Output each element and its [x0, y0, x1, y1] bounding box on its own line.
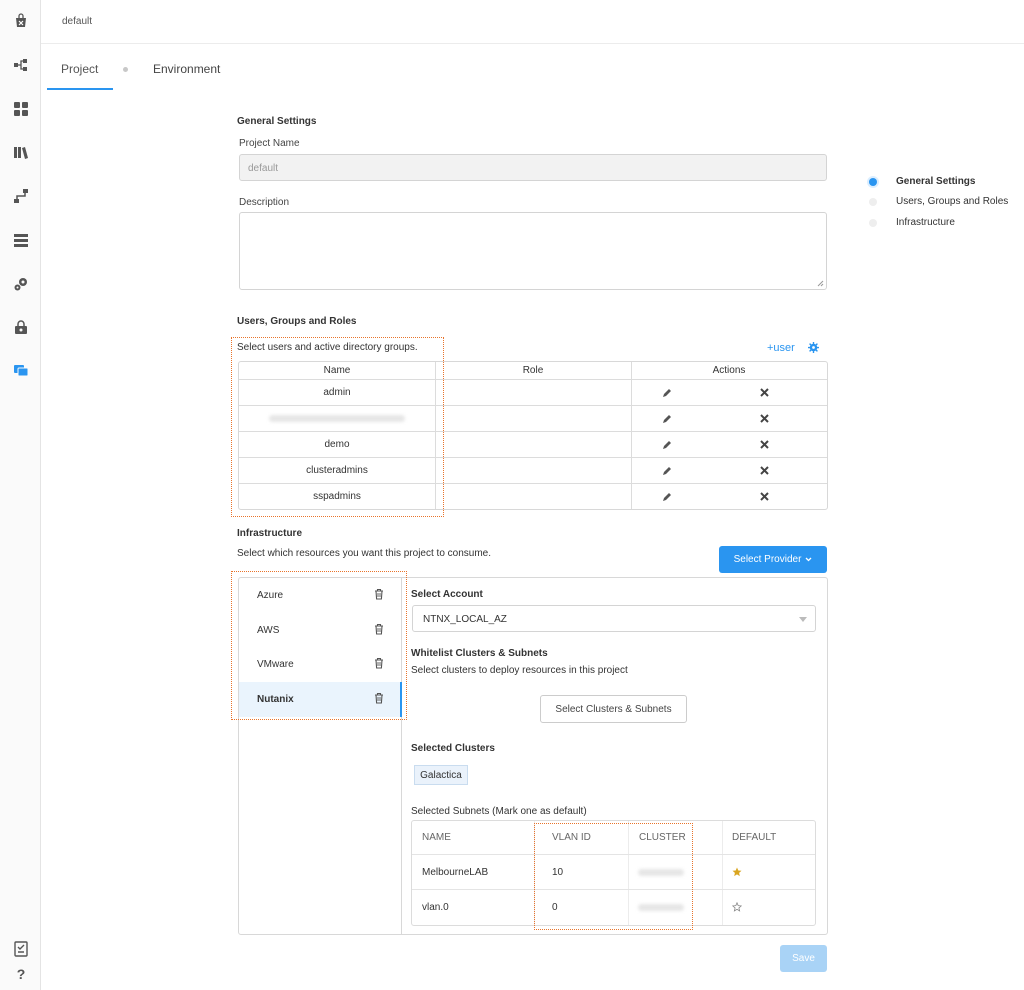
nav-dot-users [869, 198, 877, 206]
edit-pencil-icon[interactable] [662, 466, 672, 476]
subnet-name: vlan.0 [422, 902, 449, 913]
tab-project[interactable]: Project [61, 62, 98, 76]
resize-handle-icon[interactable] [817, 280, 824, 287]
project-name-value: default [248, 163, 279, 174]
delete-x-icon[interactable] [760, 492, 769, 501]
delete-x-icon[interactable] [760, 440, 769, 449]
tab-environment[interactable]: Environment [153, 62, 220, 76]
gear-icon[interactable] [808, 342, 819, 353]
select-clusters-subnets-button[interactable]: Select Clusters & Subnets [540, 695, 687, 723]
column-header-actions: Actions [712, 365, 746, 376]
select-provider-label: Select Provider [733, 554, 802, 565]
chevron-down-icon [799, 617, 807, 622]
select-provider-button[interactable]: Select Provider [719, 546, 827, 573]
edit-pencil-icon[interactable] [662, 440, 672, 450]
whitelist-heading: Whitelist Clusters & Subnets [411, 648, 548, 659]
active-tab-indicator [47, 88, 113, 90]
project-name-input[interactable]: default [239, 154, 827, 181]
settings-icon[interactable] [12, 275, 30, 293]
column-header-default: DEFAULT [732, 832, 777, 843]
tab-bar: Project Environment [47, 45, 1024, 90]
nav-dot-general [869, 178, 877, 186]
subnet-name: MelbourneLAB [422, 867, 489, 878]
general-settings-heading: General Settings [237, 116, 317, 127]
blueprints-icon[interactable] [12, 56, 30, 74]
marketplace-icon[interactable] [12, 12, 30, 30]
runbooks-icon[interactable] [12, 187, 30, 205]
top-bar: default [41, 0, 1024, 44]
nav-infrastructure[interactable]: Infrastructure [896, 217, 955, 228]
library-icon[interactable] [12, 143, 30, 161]
delete-x-icon[interactable] [760, 466, 769, 475]
tasks-icon[interactable] [12, 940, 30, 958]
whitelist-subtitle: Select clusters to deploy resources in t… [411, 665, 628, 676]
highlight-users-annotation [231, 337, 444, 517]
delete-x-icon[interactable] [760, 414, 769, 423]
infrastructure-heading: Infrastructure [237, 528, 303, 539]
account-select[interactable]: NTNX_LOCAL_AZ [412, 605, 816, 632]
save-button[interactable]: Save [780, 945, 827, 972]
left-rail: ? [0, 0, 41, 990]
add-user-link[interactable]: +user [767, 342, 795, 354]
nav-general-settings[interactable]: General Settings [896, 176, 975, 187]
edit-pencil-icon[interactable] [662, 388, 672, 398]
edit-pencil-icon[interactable] [662, 414, 672, 424]
tab-separator-dot [123, 67, 128, 72]
star-filled-icon[interactable] [732, 867, 742, 877]
endpoints-icon[interactable] [12, 231, 30, 249]
policies-icon[interactable] [12, 318, 30, 336]
edit-pencil-icon[interactable] [662, 492, 672, 502]
nav-dot-infra [869, 219, 877, 227]
select-account-heading: Select Account [411, 589, 483, 600]
help-icon[interactable]: ? [12, 965, 30, 983]
project-breadcrumb: default [62, 16, 93, 27]
nav-users-groups-roles[interactable]: Users, Groups and Roles [896, 196, 1008, 207]
highlight-providers-annotation [231, 571, 407, 720]
project-name-label: Project Name [239, 138, 300, 149]
cluster-chip[interactable]: Galactica [414, 765, 468, 785]
chevron-down-icon [805, 557, 812, 562]
column-header-subnet-name: NAME [422, 832, 451, 843]
selected-subnets-heading: Selected Subnets (Mark one as default) [411, 806, 587, 817]
highlight-vlan-cluster-annotation [534, 823, 693, 930]
apps-icon[interactable] [12, 100, 30, 118]
column-header-role: Role [522, 365, 544, 376]
users-heading: Users, Groups and Roles [237, 316, 357, 327]
account-select-value: NTNX_LOCAL_AZ [423, 614, 507, 625]
selected-clusters-heading: Selected Clusters [411, 743, 495, 754]
description-label: Description [239, 197, 290, 208]
projects-icon[interactable] [12, 361, 30, 379]
infrastructure-subtitle: Select which resources you want this pro… [237, 548, 492, 559]
description-textarea[interactable] [239, 212, 827, 290]
star-outline-icon[interactable] [732, 902, 742, 912]
delete-x-icon[interactable] [760, 388, 769, 397]
